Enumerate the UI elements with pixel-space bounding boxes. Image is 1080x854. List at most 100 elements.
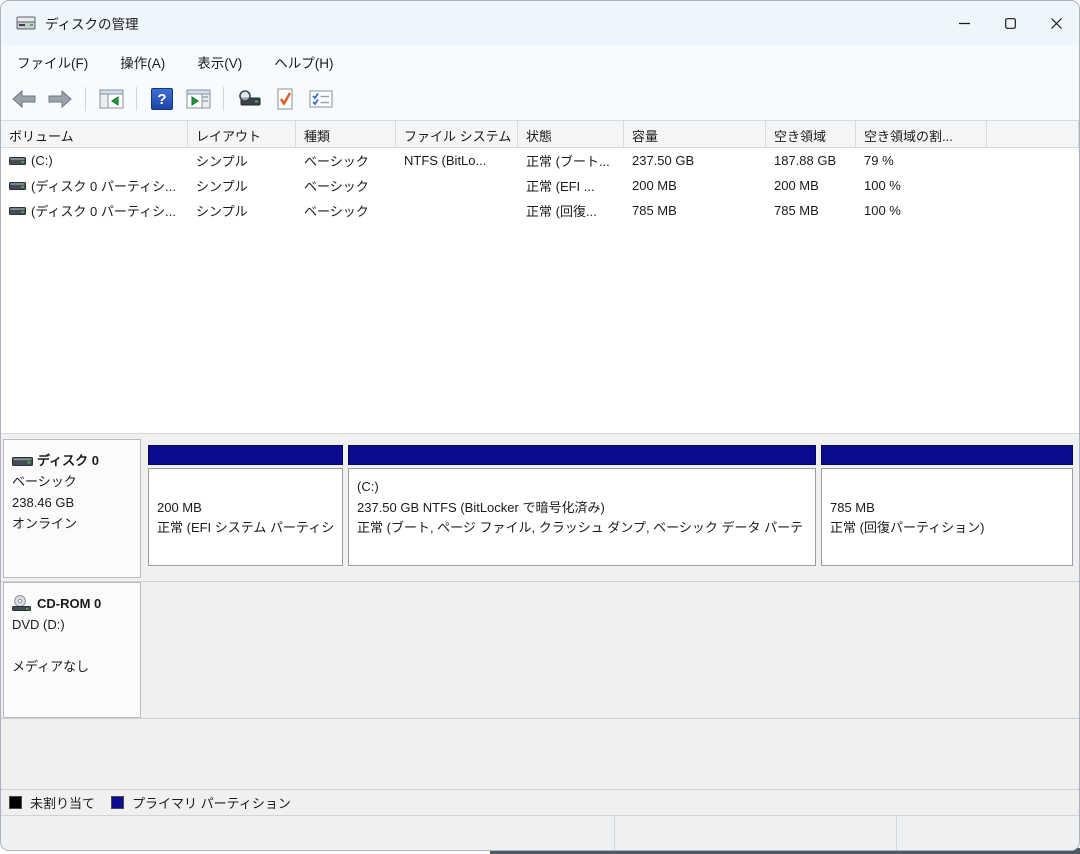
- app-disk-icon: [16, 15, 36, 31]
- help-icon[interactable]: ?: [147, 85, 177, 113]
- unallocated-label: 未割り当て: [30, 793, 95, 812]
- volume-free-space: 200 MB: [766, 173, 856, 198]
- toolbar-separator: [136, 87, 137, 111]
- partition-status: 正常 (回復パーティション): [830, 518, 1072, 539]
- volume-percent-free: 100 %: [856, 198, 987, 223]
- disk0-status: オンライン: [12, 513, 134, 534]
- partition-c[interactable]: (C:) 237.50 GB NTFS (BitLocker で暗号化済み) 正…: [348, 445, 816, 566]
- partition-status: 正常 (EFI システム パーティシ: [157, 518, 342, 539]
- cdrom0-drive: DVD (D:): [12, 614, 134, 635]
- toolbar: ?: [1, 78, 1079, 121]
- volume-capacity: 237.50 GB: [624, 148, 766, 173]
- disk-view-icon[interactable]: [234, 85, 264, 113]
- close-button[interactable]: [1033, 1, 1079, 45]
- graphical-view: ディスク 0 ベーシック 238.46 GB オンライン 200 MB 正常 (…: [1, 433, 1079, 789]
- volume-status: 正常 (EFI ...: [518, 173, 624, 198]
- toolbar-separator: [85, 87, 86, 111]
- volume-filesystem: [396, 198, 518, 223]
- show-console-tree-icon[interactable]: [96, 85, 126, 113]
- task-list-icon[interactable]: [306, 85, 336, 113]
- menu-action[interactable]: 操作(A): [108, 47, 177, 77]
- volume-disk-icon: [9, 155, 26, 166]
- partition-title: (C:): [357, 477, 815, 498]
- volume-type: ベーシック: [296, 173, 396, 198]
- volume-filesystem: [396, 173, 518, 198]
- show-action-pane-icon[interactable]: [183, 85, 213, 113]
- partition-efi-band: [148, 445, 343, 465]
- volume-row-c[interactable]: (C:) シンプル ベーシック NTFS (BitLo... 正常 (ブート..…: [1, 148, 1079, 173]
- disk0-size: 238.46 GB: [12, 492, 134, 513]
- column-header-volume[interactable]: ボリューム: [1, 121, 188, 147]
- volume-disk-icon: [9, 205, 26, 216]
- volume-layout: シンプル: [188, 148, 296, 173]
- status-bar: [1, 815, 1079, 850]
- volume-percent-free: 79 %: [856, 148, 987, 173]
- unallocated-swatch: [9, 796, 22, 809]
- legend-bar: 未割り当て プライマリ パーティション: [1, 789, 1079, 815]
- column-header-capacity[interactable]: 容量: [624, 121, 766, 147]
- volume-percent-free: 100 %: [856, 173, 987, 198]
- volume-row-efi[interactable]: (ディスク 0 パーティシ... シンプル ベーシック 正常 (EFI ... …: [1, 173, 1079, 198]
- menu-bar: ファイル(F) 操作(A) 表示(V) ヘルプ(H): [1, 45, 1079, 78]
- volume-capacity: 200 MB: [624, 173, 766, 198]
- forward-icon[interactable]: [45, 85, 75, 113]
- volume-layout: シンプル: [188, 173, 296, 198]
- volume-name: (C:): [31, 153, 53, 168]
- column-header-filesystem[interactable]: ファイル システム: [396, 121, 518, 147]
- partition-recovery-band: [821, 445, 1073, 465]
- volume-filesystem: NTFS (BitLo...: [396, 148, 518, 173]
- partition-status: 正常 (ブート, ページ ファイル, クラッシュ ダンプ, ベーシック データ …: [357, 518, 815, 539]
- cdrom0-panel[interactable]: CD-ROM 0 DVD (D:) メディアなし: [3, 582, 141, 718]
- column-header-layout[interactable]: レイアウト: [188, 121, 296, 147]
- menu-file[interactable]: ファイル(F): [5, 47, 100, 77]
- volume-type: ベーシック: [296, 198, 396, 223]
- menu-view[interactable]: 表示(V): [185, 47, 254, 77]
- column-header-type[interactable]: 種類: [296, 121, 396, 147]
- menu-help[interactable]: ヘルプ(H): [262, 47, 345, 77]
- volume-list-header: ボリューム レイアウト 種類 ファイル システム 状態 容量 空き領域 空き領域…: [1, 121, 1079, 148]
- partition-title: [157, 477, 342, 498]
- column-header-filler: [987, 121, 1079, 147]
- disk0-label: ディスク 0: [37, 450, 99, 471]
- cdrom0-label: CD-ROM 0: [37, 593, 101, 614]
- disk-management-window: ディスクの管理 ファイル(F) 操作(A) 表示(V) ヘルプ(H): [0, 0, 1080, 851]
- partition-title: [830, 477, 1072, 498]
- window-title: ディスクの管理: [45, 13, 139, 33]
- partition-size: 200 MB: [157, 498, 342, 519]
- volume-list: ボリューム レイアウト 種類 ファイル システム 状態 容量 空き領域 空き領域…: [1, 121, 1079, 433]
- volume-name: (ディスク 0 パーティシ...: [31, 176, 176, 195]
- column-header-status[interactable]: 状態: [518, 121, 624, 147]
- volume-layout: シンプル: [188, 198, 296, 223]
- partition-efi[interactable]: 200 MB 正常 (EFI システム パーティシ: [148, 445, 343, 566]
- maximize-button[interactable]: [987, 1, 1033, 45]
- volume-name: (ディスク 0 パーティシ...: [31, 201, 176, 220]
- check-document-icon[interactable]: [270, 85, 300, 113]
- partition-recovery[interactable]: 785 MB 正常 (回復パーティション): [821, 445, 1073, 566]
- partition-size: 785 MB: [830, 498, 1072, 519]
- column-header-free-space[interactable]: 空き領域: [766, 121, 856, 147]
- cdrom-icon: [12, 595, 34, 612]
- volume-free-space: 187.88 GB: [766, 148, 856, 173]
- row-separator: [1, 581, 1079, 582]
- disk0-type: ベーシック: [12, 471, 134, 492]
- volume-capacity: 785 MB: [624, 198, 766, 223]
- toolbar-separator: [223, 87, 224, 111]
- minimize-button[interactable]: [941, 1, 987, 45]
- column-header-percent-free[interactable]: 空き領域の割...: [856, 121, 987, 147]
- partition-c-band: [348, 445, 816, 465]
- volume-status: 正常 (ブート...: [518, 148, 624, 173]
- volume-status: 正常 (回復...: [518, 198, 624, 223]
- volume-list-empty-area: [1, 223, 1079, 433]
- volume-free-space: 785 MB: [766, 198, 856, 223]
- status-section: [614, 816, 896, 850]
- disk-drive-icon: [12, 455, 33, 467]
- titlebar: ディスクの管理: [1, 1, 1079, 45]
- back-icon[interactable]: [9, 85, 39, 113]
- cdrom0-media: メディアなし: [12, 656, 134, 677]
- volume-type: ベーシック: [296, 148, 396, 173]
- primary-partition-swatch: [111, 796, 124, 809]
- status-section: [896, 816, 1079, 850]
- disk0-panel[interactable]: ディスク 0 ベーシック 238.46 GB オンライン: [3, 439, 141, 578]
- volume-row-recovery[interactable]: (ディスク 0 パーティシ... シンプル ベーシック 正常 (回復... 78…: [1, 198, 1079, 223]
- row-separator: [1, 718, 1079, 719]
